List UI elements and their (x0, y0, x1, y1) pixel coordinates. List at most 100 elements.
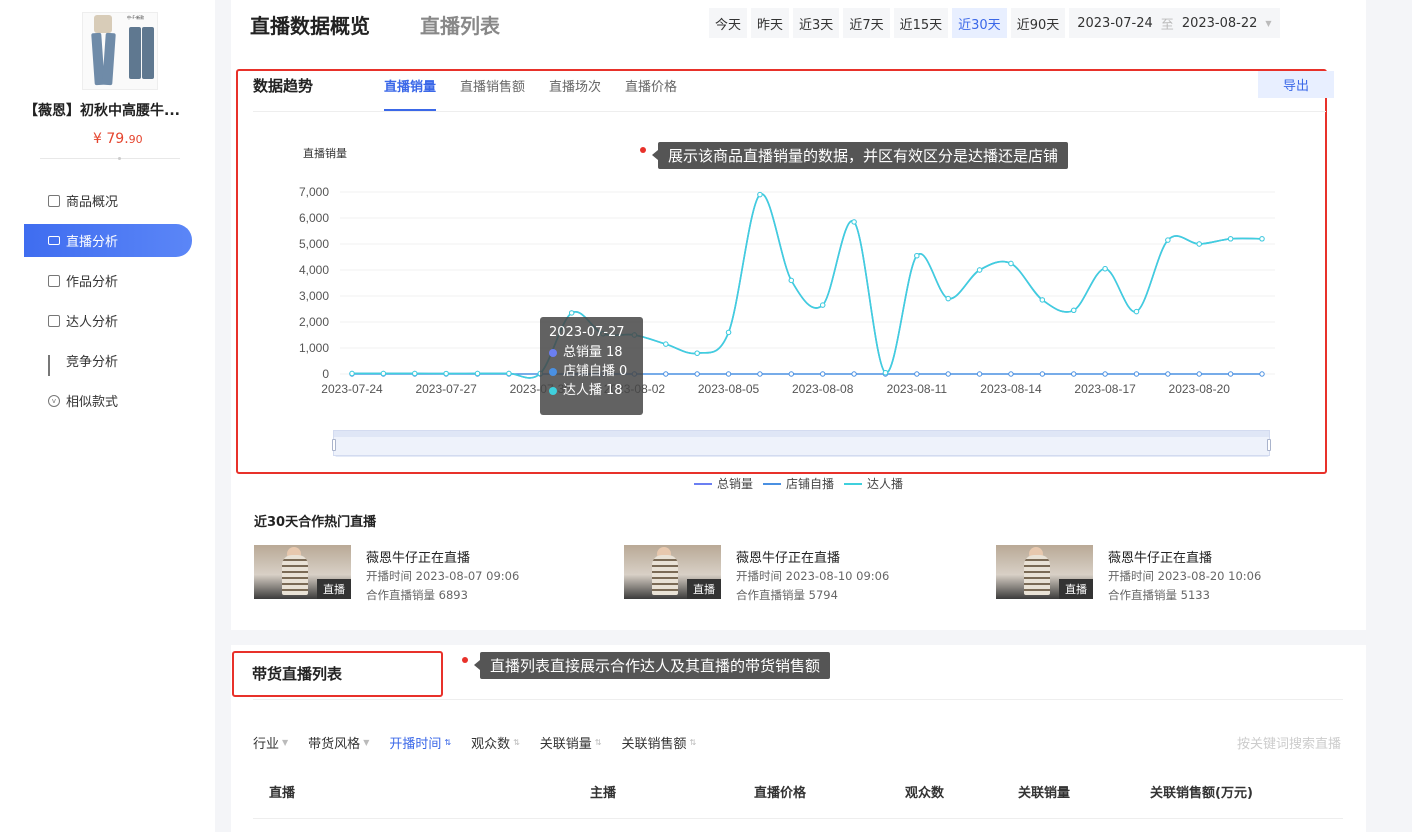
range-yesterday-button[interactable]: 昨天 (751, 8, 790, 38)
chevron-down-icon: ▼ (282, 738, 289, 747)
legend-item-total[interactable]: 总销量 (694, 475, 753, 492)
legend-item-influencer[interactable]: 达人播 (844, 475, 903, 492)
hot-live-card[interactable]: 直播 薇恩牛仔正在直播 开播时间 2023-08-10 09:06 合作直播销量… (624, 545, 964, 602)
export-button[interactable]: 导出 (1258, 71, 1334, 98)
bar-chart-icon (48, 354, 60, 376)
live-tag: 直播 (1059, 579, 1093, 599)
live-thumbnail[interactable]: 直播 (624, 545, 721, 599)
date-start: 2023-07-24 (1077, 15, 1153, 31)
product-title[interactable]: 【薇恩】初秋中高腰牛... (24, 100, 214, 120)
range-90d-button[interactable]: 近90天 (1010, 8, 1066, 38)
range-30d-button[interactable]: 近30天 (952, 8, 1007, 38)
tooltip-label: 达人播 (563, 383, 603, 398)
page-subtitle-tab[interactable]: 直播列表 (420, 10, 500, 39)
chart-legend: 总销量 店铺自播 达人播 (694, 475, 903, 492)
hot-live-title: 近30天合作热门直播 (254, 515, 377, 530)
sidebar-item-live-analysis[interactable]: 直播分析 (24, 224, 192, 257)
hot-live-card[interactable]: 直播 薇恩牛仔正在直播 开播时间 2023-08-20 10:06 合作直播销量… (996, 545, 1336, 602)
chevron-down-icon: ▼ (1265, 18, 1272, 28)
tooltip-value: 18 (606, 345, 623, 360)
search-input[interactable]: 按关键词搜索直播 (1237, 733, 1341, 752)
sort-related-sales[interactable]: 关联销量 ⇅ (540, 733, 602, 752)
tab-live-revenue[interactable]: 直播销售额 (460, 76, 525, 111)
live-start-time: 开播时间 2023-08-10 09:06 (736, 569, 890, 583)
sort-icon: ⇅ (594, 738, 602, 747)
callout-marker (462, 657, 468, 663)
thumb-caption: 中-F-新款 (127, 15, 145, 20)
slider-handle-right[interactable] (1267, 439, 1271, 451)
list-divider (253, 699, 1343, 700)
video-doc-icon (48, 274, 60, 287)
sidebar-item-competition-analysis[interactable]: 竞争分析 (24, 344, 192, 377)
column-header-sales[interactable]: 关联销量 (1018, 782, 1070, 801)
hot-live-card[interactable]: 直播 薇恩牛仔正在直播 开播时间 2023-08-07 09:06 合作直播销量… (254, 545, 594, 602)
legend-line-icon (694, 482, 712, 485)
price-int: 79. (106, 131, 129, 147)
sidebar-item-label: 达人分析 (66, 315, 119, 330)
product-image-left (85, 13, 121, 89)
live-icon (48, 236, 60, 245)
page-title[interactable]: 直播数据概览 (250, 10, 370, 39)
slider-handle-left[interactable] (332, 439, 336, 451)
live-sales: 合作直播销量 5133 (1108, 588, 1210, 602)
tooltip-label: 店铺自播 (563, 364, 616, 379)
date-end: 2023-08-22 (1181, 15, 1258, 31)
trend-title: 数据趋势 (253, 77, 314, 95)
range-15d-button[interactable]: 近15天 (893, 8, 949, 38)
column-header-revenue[interactable]: 关联销售额(万元) (1150, 782, 1253, 801)
tab-live-sessions[interactable]: 直播场次 (549, 76, 601, 111)
range-3d-button[interactable]: 近3天 (793, 8, 840, 38)
live-thumbnail[interactable]: 直播 (996, 545, 1093, 599)
column-header-viewers[interactable]: 观众数 (905, 782, 944, 801)
live-tag: 直播 (687, 579, 721, 599)
tabs-divider (253, 111, 1326, 112)
sidebar-item-influencer-analysis[interactable]: 达人分析 (24, 304, 192, 337)
product-price: ¥ 79.90 (93, 131, 143, 147)
trend-tabs: 直播销量 直播销售额 直播场次 直播价格 (384, 76, 677, 111)
legend-label: 总销量 (717, 477, 754, 491)
sidebar-item-works-analysis[interactable]: 作品分析 (24, 264, 192, 297)
legend-item-store[interactable]: 店铺自播 (763, 475, 834, 492)
sidebar-item-label: 竞争分析 (66, 355, 119, 370)
tooltip-date: 2023-07-27 (549, 325, 625, 340)
live-title[interactable]: 薇恩牛仔正在直播 (1108, 547, 1212, 566)
slider-track[interactable] (334, 431, 1269, 437)
tab-live-sales[interactable]: 直播销量 (384, 76, 437, 111)
legend-label: 店铺自播 (786, 477, 835, 491)
legend-dot-icon (549, 348, 557, 357)
legend-line-icon (844, 482, 863, 485)
tab-live-price[interactable]: 直播价格 (625, 76, 677, 111)
product-thumbnail[interactable]: 中-F-新款 (82, 12, 158, 90)
sidebar-item-similar-styles[interactable]: v 相似款式 (24, 384, 192, 417)
filter-industry[interactable]: 行业 ▼ (253, 733, 288, 752)
sort-viewers[interactable]: 观众数 ⇅ (471, 733, 520, 752)
product-image-right: 中-F-新款 (123, 13, 157, 89)
chevron-down-icon: ▼ (363, 738, 370, 747)
range-today-button[interactable]: 今天 (709, 8, 748, 38)
date-separator: 至 (1160, 17, 1174, 33)
tooltip-row-influencer: 达人播 18 (549, 381, 634, 400)
live-title[interactable]: 薇恩牛仔正在直播 (736, 547, 840, 566)
sidebar-menu: 商品概况 直播分析 作品分析 达人分析 竞争分析 v 相似款式 (24, 184, 192, 424)
highlight-box-trend (236, 69, 1327, 474)
table-header-divider (253, 818, 1343, 819)
chart-zoom-slider[interactable] (332, 430, 1271, 456)
live-title[interactable]: 薇恩牛仔正在直播 (366, 547, 470, 566)
tooltip-row-store: 店铺自播 0 (549, 362, 634, 381)
person-card-icon (48, 314, 60, 327)
sidebar-item-product-overview[interactable]: 商品概况 (24, 184, 192, 217)
callout-marker (640, 147, 646, 153)
date-range-picker[interactable]: 2023-07-24 至 2023-08-22 ▼ (1069, 8, 1280, 38)
filter-style[interactable]: 带货风格 ▼ (308, 733, 369, 752)
tooltip-label: 总销量 (563, 345, 603, 360)
live-sales: 合作直播销量 5794 (736, 588, 838, 602)
range-7d-button[interactable]: 近7天 (843, 8, 890, 38)
live-tag: 直播 (317, 579, 351, 599)
sidebar-item-label: 直播分析 (66, 235, 119, 250)
sort-start-time[interactable]: 开播时间 ⇅ (389, 733, 451, 752)
date-range-bar: 今天 昨天 近3天 近7天 近15天 近30天 近90天 2023-07-24 … (709, 8, 1280, 38)
sort-related-revenue[interactable]: 关联销售额 ⇅ (622, 733, 697, 752)
live-thumbnail[interactable]: 直播 (254, 545, 351, 599)
live-sales: 合作直播销量 6893 (366, 588, 468, 602)
column-header-price[interactable]: 直播价格 (754, 782, 806, 801)
